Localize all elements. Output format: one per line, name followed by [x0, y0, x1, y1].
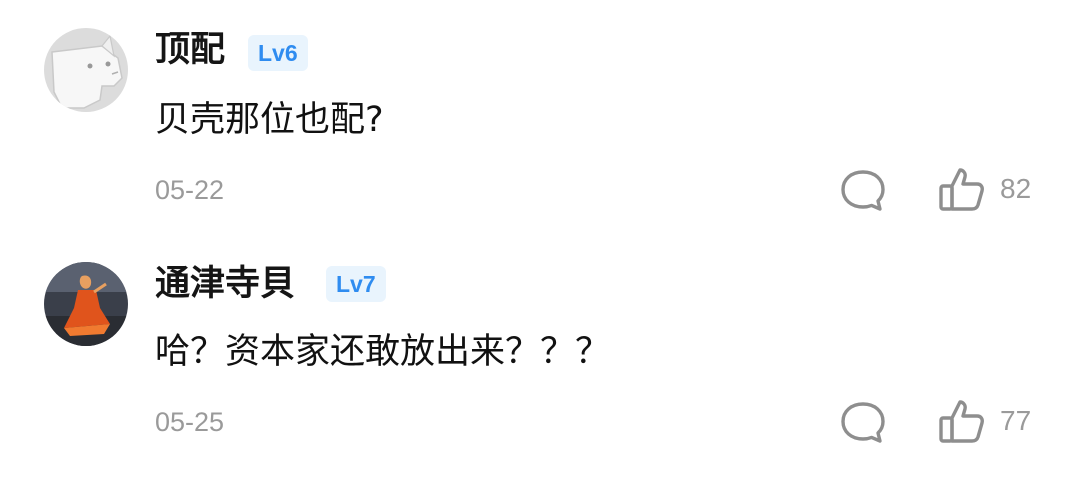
dancer-photo-avatar-icon	[44, 262, 128, 346]
thumbs-up-icon	[939, 168, 984, 211]
comment-text: 哈？资本家还敢放出来？？？	[155, 332, 611, 372]
like-count: 77	[1000, 405, 1032, 436]
comment-date: 05-22	[155, 175, 225, 205]
reply-button[interactable]	[838, 166, 888, 214]
level-badge: Lv6	[248, 35, 308, 71]
like-count: 82	[1000, 173, 1032, 204]
username[interactable]: 通津寺貝	[155, 262, 295, 306]
comment-bubble-icon	[841, 170, 885, 211]
comment-date: 05-25	[155, 407, 225, 437]
comment-item: 通津寺貝 Lv7 哈？资本家还敢放出来？？？ 05-25 77	[0, 236, 1080, 472]
avatar[interactable]	[44, 28, 128, 112]
comment-bubble-icon	[841, 402, 885, 443]
thumbs-up-icon	[939, 400, 984, 443]
white-dog-avatar-icon	[44, 28, 128, 112]
comment-text: 贝壳那位也配?	[155, 100, 384, 140]
username[interactable]: 顶配	[155, 28, 225, 72]
comment-item: 顶配 Lv6 贝壳那位也配? 05-22 82	[0, 0, 1080, 236]
avatar[interactable]	[44, 262, 128, 346]
level-badge: Lv7	[326, 266, 386, 302]
reply-button[interactable]	[838, 398, 888, 446]
like-button[interactable]: 77	[936, 396, 1042, 446]
like-button[interactable]: 82	[936, 164, 1042, 214]
